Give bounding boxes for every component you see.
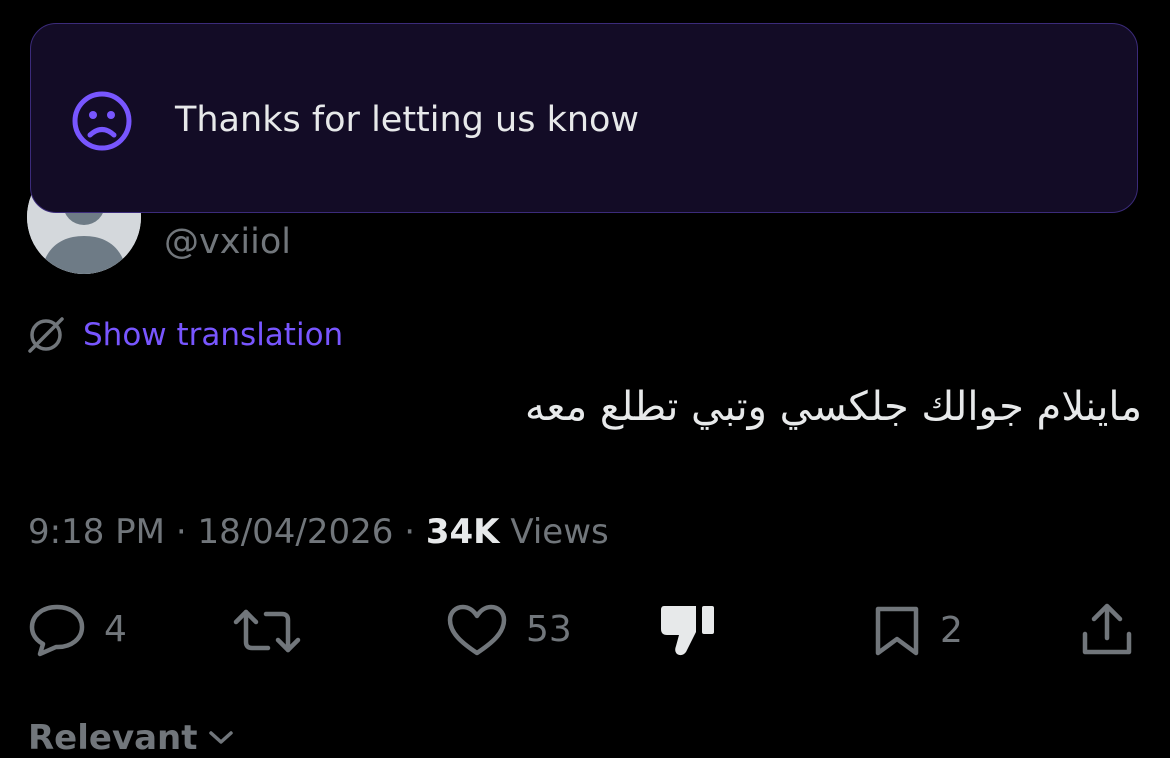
bookmark-count: 2 (940, 610, 963, 651)
views-count: 34K (425, 512, 500, 552)
toast-message: Thanks for letting us know (175, 100, 640, 140)
sort-label: Relevant (28, 718, 198, 758)
reply-count: 4 (104, 609, 127, 650)
reply-icon (29, 604, 85, 657)
sad-face-icon (72, 91, 132, 151)
translation-row[interactable]: Show translation (24, 312, 343, 358)
tweet-time[interactable]: 9:18 PM (28, 512, 165, 552)
show-translation-link[interactable]: Show translation (83, 317, 343, 353)
tweet-date[interactable]: 18/04/2026 (197, 512, 393, 552)
retweet-icon (233, 609, 301, 653)
meta-separator: · (404, 512, 416, 552)
translate-icon (28, 317, 64, 353)
sort-dropdown[interactable]: Relevant (28, 718, 234, 758)
bookmark-button[interactable]: 2 (872, 604, 963, 658)
reply-button[interactable]: 4 (28, 603, 127, 657)
like-count: 53 (526, 609, 572, 650)
meta-separator: · (175, 512, 187, 552)
feedback-toast: Thanks for letting us know (30, 23, 1138, 213)
tweet-text: ماينلام جوالك جلكسي وتبي تطلع معه (524, 384, 1142, 430)
share-button[interactable] (1080, 602, 1134, 658)
author-handle[interactable]: @vxiiol (164, 218, 291, 266)
thumbs-down-icon (661, 606, 714, 656)
heart-icon (447, 604, 507, 656)
like-button[interactable]: 53 (446, 603, 572, 657)
bookmark-icon (875, 606, 919, 656)
tweet-meta: 9:18 PM · 18/04/2026 · 34K Views (28, 508, 609, 556)
retweet-button[interactable] (232, 606, 302, 656)
dislike-button[interactable] (658, 602, 718, 658)
views-label: Views (510, 512, 609, 552)
chevron-down-icon (208, 731, 233, 744)
share-icon (1082, 603, 1132, 655)
